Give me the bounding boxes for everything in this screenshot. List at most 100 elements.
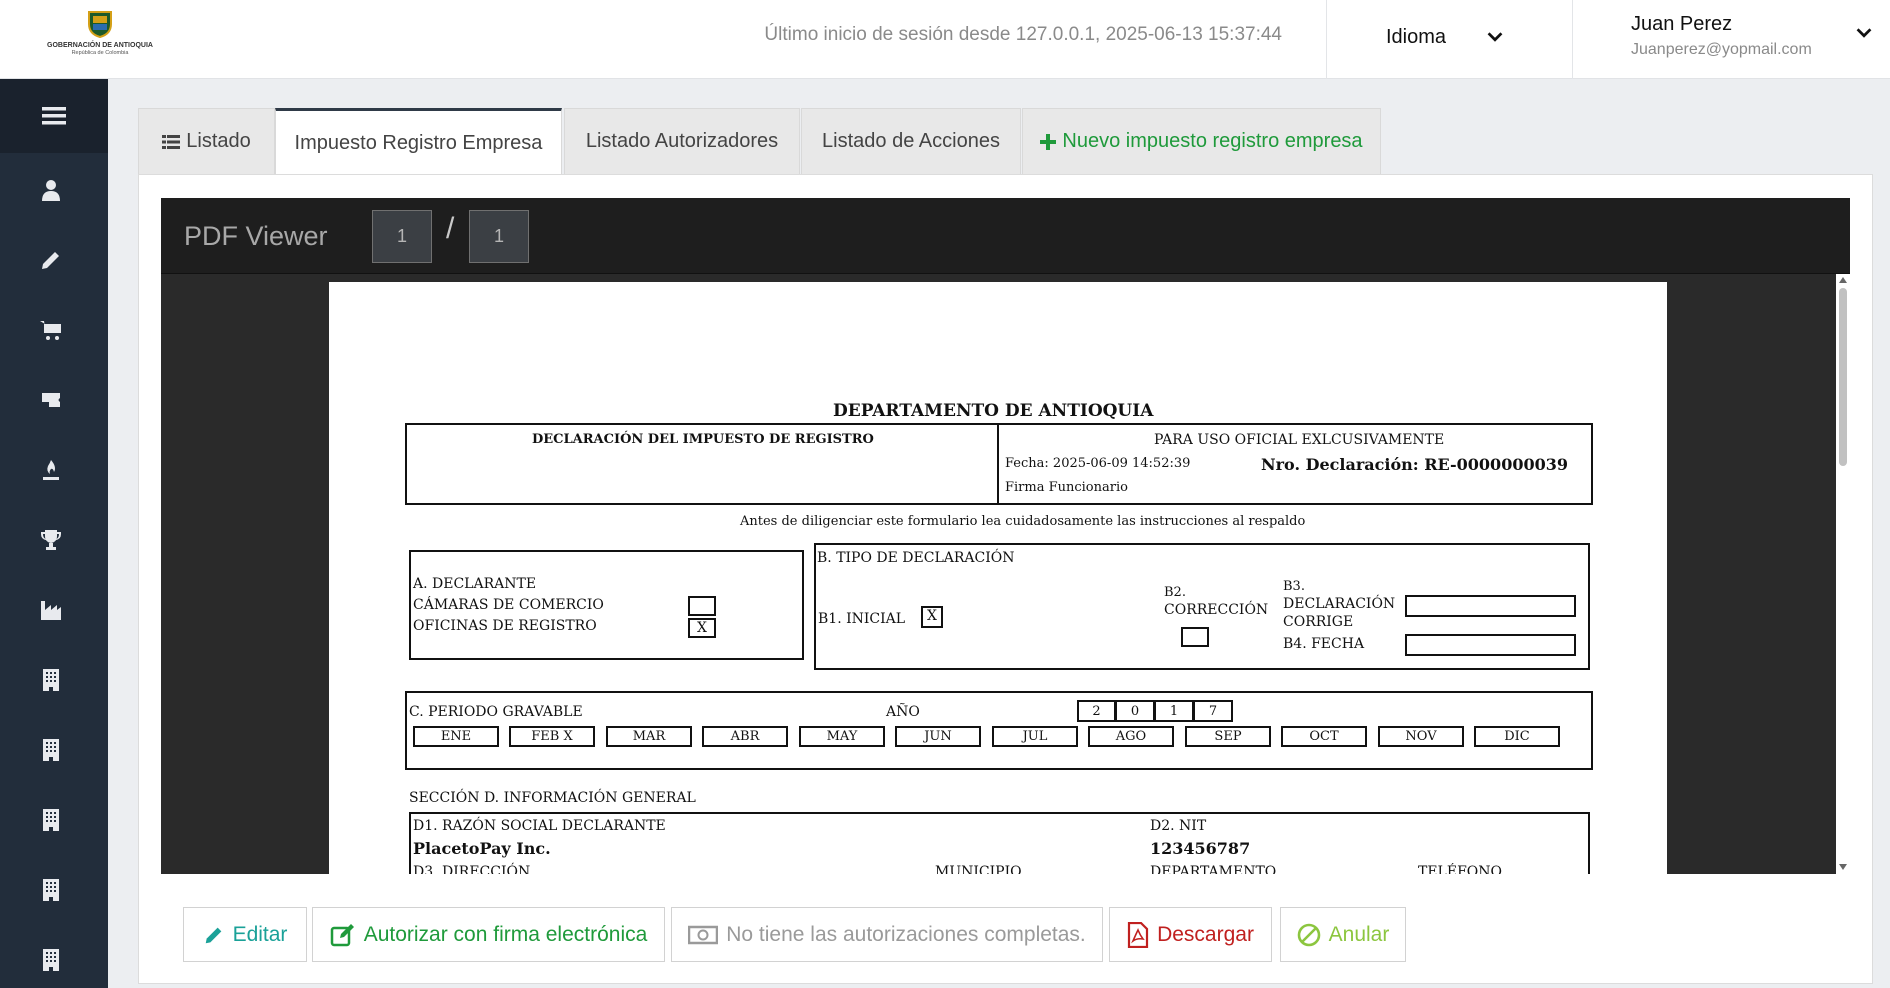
pdf-month-jul: JUL (992, 726, 1078, 747)
divider (1326, 0, 1327, 79)
file-pdf-icon (1127, 921, 1149, 948)
plus-icon (1040, 133, 1057, 150)
pdf-d2-label: D2. NIT (1150, 818, 1207, 834)
pdf-month-feb: FEB X (509, 726, 595, 747)
scroll-down-icon[interactable] (1839, 864, 1847, 870)
pdf-fecha: Fecha: 2025-06-09 14:52:39 (1005, 456, 1191, 471)
building-icon (43, 879, 59, 901)
sidebar-item-building[interactable] (36, 875, 66, 905)
sidebar (0, 79, 108, 988)
tab-nuevo-impuesto[interactable]: Nuevo impuesto registro empresa (1022, 108, 1381, 174)
current-page-input[interactable]: 1 (372, 210, 432, 263)
user-email: Juanperez@yopmail.com (1631, 41, 1812, 58)
download-button[interactable]: Descargar (1109, 907, 1272, 962)
divider (997, 423, 999, 505)
pdf-month-may: MAY (799, 726, 885, 747)
tab-listado[interactable]: Listado (138, 108, 275, 174)
last-login-text: Último inicio de sesión desde 127.0.0.1,… (764, 24, 1282, 45)
pdf-firma: Firma Funcionario (1005, 480, 1128, 495)
pdf-b3-label: B3. (1283, 579, 1305, 594)
void-button-label: Anular (1328, 922, 1390, 946)
tab-label: Impuesto Registro Empresa (294, 131, 543, 154)
pencil-icon (205, 927, 221, 943)
pdf-viewer-body[interactable]: DEPARTAMENTO DE ANTIOQUIA DECLARACIÓN DE… (161, 274, 1850, 874)
pdf-c-year-label: AÑO (886, 704, 920, 720)
pdf-year-digit: 0 (1116, 700, 1155, 722)
pdf-b2-label: B2. (1164, 585, 1186, 600)
pdf-b4-label: B4. FECHA (1283, 636, 1365, 652)
sidebar-item-edit[interactable] (36, 245, 66, 275)
pdf-d1-label: D1. RAZÓN SOCIAL DECLARANTE (413, 818, 666, 834)
pdf-b-title: B. TIPO DE DECLARACIÓN (817, 550, 1015, 566)
scrollbar[interactable] (1836, 274, 1850, 874)
tab-label: Listado Autorizadores (585, 130, 779, 152)
pdf-a-title: A. DECLARANTE (413, 576, 537, 592)
pdf-d-title: SECCIÓN D. INFORMACIÓN GENERAL (409, 790, 696, 806)
pdf-month-mar: MAR (606, 726, 692, 747)
chevron-down-icon[interactable] (1484, 26, 1506, 48)
download-button-label: Descargar (1157, 922, 1254, 946)
tab-listado-acciones[interactable]: Listado de Acciones (801, 108, 1021, 174)
pdf-d3-label: D3. DIRECCIÓN (413, 864, 531, 874)
scroll-up-icon[interactable] (1839, 277, 1847, 283)
incomplete-authorizations-button[interactable]: No tiene las autorizaciones completas. (671, 907, 1103, 962)
pdf-month-ago: AGO (1088, 726, 1174, 747)
sidebar-item-fire[interactable] (36, 455, 66, 485)
sidebar-item-user[interactable] (36, 175, 66, 205)
industry-icon (41, 601, 61, 620)
pdf-nro-declaracion: Nro. Declaración: RE-0000000039 (1261, 455, 1568, 474)
pdf-decl-title: DECLARACIÓN DEL IMPUESTO DE REGISTRO (532, 432, 874, 447)
user-icon (42, 180, 60, 201)
pdf-page: DEPARTAMENTO DE ANTIOQUIA DECLARACIÓN DE… (329, 282, 1667, 874)
pdf-departamento-label: DEPARTAMENTO (1150, 864, 1277, 874)
list-icon (162, 134, 181, 149)
edit-square-icon (330, 923, 354, 946)
pdf-a-camaras: CÁMARAS DE COMERCIO (413, 597, 604, 613)
scrollbar-thumb[interactable] (1839, 288, 1847, 466)
pdf-b4-field (1405, 634, 1576, 656)
sidebar-item-building[interactable] (36, 665, 66, 695)
pdf-b3-field (1405, 595, 1576, 617)
pdf-month-jun: JUN (895, 726, 981, 747)
sidebar-item-building[interactable] (36, 805, 66, 835)
pdf-b1-checkbox: X (921, 606, 943, 628)
chevron-down-icon[interactable] (1853, 22, 1875, 44)
pdf-month-sep: SEP (1185, 726, 1271, 747)
tab-impuesto-registro-empresa[interactable]: Impuesto Registro Empresa (275, 108, 562, 175)
building-icon (43, 669, 59, 691)
pdf-telefono-label: TELÉFONO (1418, 864, 1502, 874)
pdf-a-oficinas: OFICINAS DE REGISTRO (413, 618, 597, 634)
pdf-month-abr: ABR (702, 726, 788, 747)
sidebar-item-industry[interactable] (36, 595, 66, 625)
sidebar-item-cart[interactable] (36, 315, 66, 345)
menu-toggle-button[interactable] (0, 79, 108, 153)
pencil-icon (42, 252, 59, 269)
pdf-d2-value: 123456787 (1150, 839, 1251, 858)
user-name[interactable]: Juan Perez (1631, 13, 1732, 36)
void-button[interactable]: Anular (1280, 907, 1406, 962)
sidebar-item-building[interactable] (36, 945, 66, 975)
building-icon (43, 949, 59, 971)
building-icon (43, 739, 59, 761)
tab-label: Listado (186, 130, 251, 152)
pdf-c-title: C. PERIODO GRAVABLE (409, 704, 583, 720)
language-selector[interactable]: Idioma (1386, 26, 1446, 49)
sidebar-item-ticket[interactable] (36, 385, 66, 415)
sidebar-item-building[interactable] (36, 735, 66, 765)
pdf-a-camaras-checkbox (688, 596, 716, 616)
edit-button-label: Editar (232, 922, 288, 946)
authorize-button[interactable]: Autorizar con firma electrónica (312, 907, 665, 962)
logo[interactable]: GOBERNACIÓN DE ANTIOQUIA República de Co… (40, 10, 160, 62)
pdf-viewer-title: PDF Viewer (184, 221, 328, 251)
pdf-month-ene: ENE (413, 726, 499, 747)
total-pages-box: 1 (469, 210, 529, 263)
tab-listado-autorizadores[interactable]: Listado Autorizadores (564, 108, 800, 174)
pdf-year-digit: 7 (1194, 700, 1233, 722)
edit-button[interactable]: Editar (183, 907, 307, 962)
pdf-year-digit: 1 (1155, 700, 1194, 722)
tab-label: Listado de Acciones (822, 130, 1000, 152)
authorize-button-label: Autorizar con firma electrónica (363, 922, 648, 946)
pdf-b2-checkbox (1181, 627, 1209, 647)
pdf-instructions: Antes de diligenciar este formulario lea… (740, 514, 1306, 529)
sidebar-item-trophy[interactable] (36, 525, 66, 555)
